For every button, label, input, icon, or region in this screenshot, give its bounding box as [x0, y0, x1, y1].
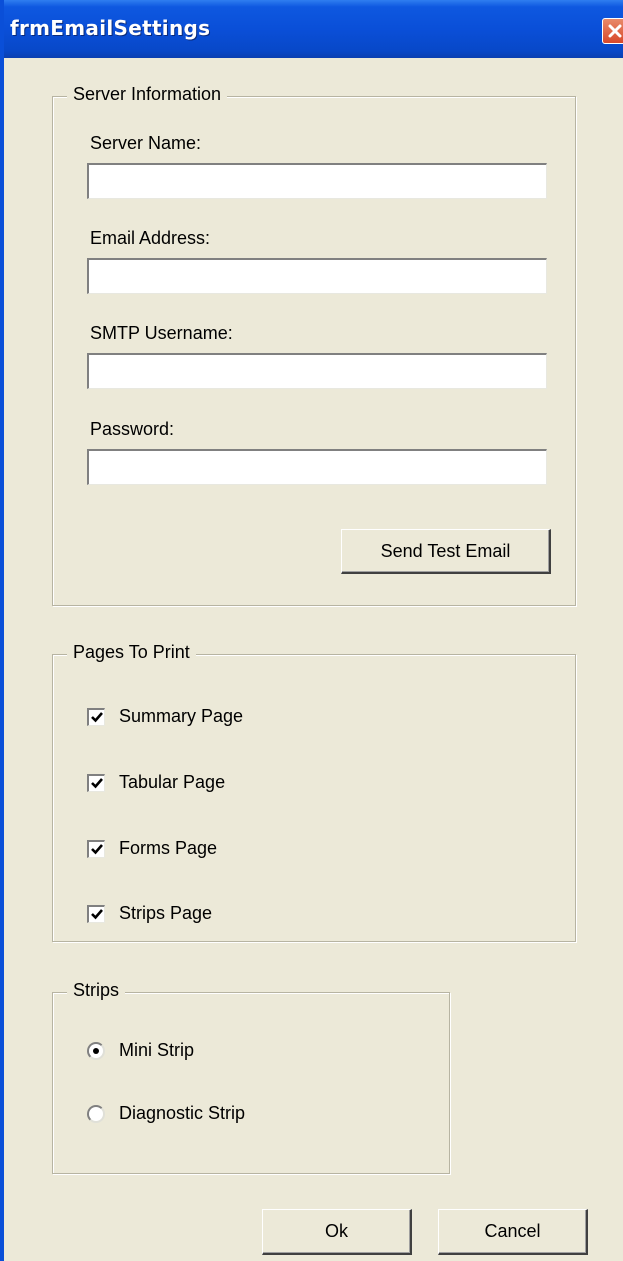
close-icon — [608, 24, 622, 38]
ok-label: Ok — [324, 1221, 348, 1241]
password-input[interactable] — [87, 449, 547, 485]
email-address-input[interactable] — [87, 258, 547, 294]
checkbox-box[interactable] — [87, 773, 105, 792]
mini-strip-label: Mini Strip — [119, 1040, 195, 1060]
email-address-label: Email Address: — [90, 228, 211, 248]
email-settings-window: frmEmailSettings Server Information Serv… — [0, 0, 623, 1261]
check-icon — [90, 712, 103, 723]
forms-page-label: Forms Page — [119, 838, 218, 858]
check-icon — [90, 909, 103, 920]
title-bar[interactable]: frmEmailSettings — [4, 0, 623, 58]
send-test-email-label: Send Test Email — [380, 540, 511, 561]
password-label: Password: — [90, 419, 175, 439]
server-name-input[interactable] — [87, 163, 547, 199]
window-title: frmEmailSettings — [10, 16, 211, 40]
send-test-email-button[interactable]: Send Test Email — [341, 529, 551, 574]
diagnostic-strip-label: Diagnostic Strip — [119, 1103, 246, 1123]
summary-page-label: Summary Page — [119, 706, 244, 726]
strips-legend: Strips — [67, 980, 126, 1001]
checkbox-box[interactable] — [87, 904, 105, 923]
diagnostic-strip-radio[interactable]: Diagnostic Strip — [87, 1103, 245, 1124]
radio-button[interactable] — [87, 1104, 105, 1123]
smtp-username-input[interactable] — [87, 353, 547, 389]
cancel-label: Cancel — [484, 1221, 541, 1241]
ok-button[interactable]: Ok — [262, 1209, 412, 1255]
checkbox-box[interactable] — [87, 839, 105, 858]
strips-page-label: Strips Page — [119, 903, 213, 923]
forms-page-checkbox[interactable]: Forms Page — [87, 838, 217, 859]
summary-page-checkbox[interactable]: Summary Page — [87, 706, 243, 727]
server-name-label: Server Name: — [90, 133, 202, 153]
cancel-button[interactable]: Cancel — [438, 1209, 588, 1255]
pages-to-print-group: Pages To Print — [52, 642, 576, 942]
close-button[interactable] — [602, 18, 623, 44]
check-icon — [90, 778, 103, 789]
tabular-page-checkbox[interactable]: Tabular Page — [87, 772, 225, 793]
strips-group: Strips — [52, 980, 450, 1174]
server-information-legend: Server Information — [67, 84, 228, 105]
pages-to-print-legend: Pages To Print — [67, 642, 196, 663]
check-icon — [90, 844, 103, 855]
radio-dot-icon — [93, 1047, 99, 1054]
tabular-page-label: Tabular Page — [119, 772, 226, 792]
mini-strip-radio[interactable]: Mini Strip — [87, 1040, 194, 1061]
smtp-username-label: SMTP Username: — [90, 323, 233, 343]
checkbox-box[interactable] — [87, 707, 105, 726]
radio-button-selected[interactable] — [87, 1041, 105, 1060]
strips-page-checkbox[interactable]: Strips Page — [87, 903, 212, 924]
